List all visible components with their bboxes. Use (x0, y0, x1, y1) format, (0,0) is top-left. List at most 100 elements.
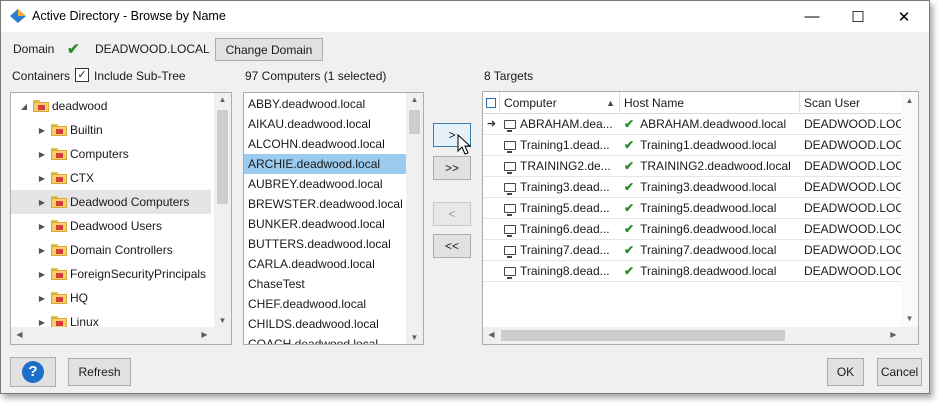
column-label-host-name: Host Name (624, 95, 685, 110)
computer-list-item[interactable]: ChaseTest (244, 274, 406, 294)
scroll-down-icon[interactable]: ▼ (406, 333, 423, 342)
targets-grid: Computer ▲ Host Name Scan User ➜ ABRAHAM.… (482, 91, 919, 345)
tree-item[interactable]: ▶ Linux (11, 310, 211, 327)
computers-header: 97 Computers (1 selected) (245, 69, 387, 83)
tree-scroll-thumb[interactable] (217, 110, 228, 204)
computer-list-item[interactable]: ARCHIE.deadwood.local (244, 154, 406, 174)
computer-list-item[interactable]: CHEF.deadwood.local (244, 294, 406, 314)
tree-item[interactable]: ▶ Computers (11, 142, 211, 166)
folder-icon (51, 316, 67, 327)
add-all-button[interactable]: >> (433, 156, 471, 180)
target-host-name: TRAINING2.deadwood.local (640, 159, 791, 173)
target-row[interactable]: Training3.dead... ✔ Training3.deadwood.loc… (483, 177, 903, 198)
tree-item-label: HQ (70, 291, 88, 305)
target-scan-user: DEADWOOD.LOCA (804, 180, 903, 194)
scroll-down-icon[interactable]: ▼ (901, 314, 918, 323)
target-computer: ABRAHAM.dea... (520, 117, 613, 131)
ok-button[interactable]: OK (827, 358, 864, 386)
computer-list-item[interactable]: AUBREY.deadwood.local (244, 174, 406, 194)
remove-all-button[interactable]: << (433, 234, 471, 258)
targets-horizontal-scrollbar[interactable]: ◀ ▶ (483, 327, 918, 344)
target-row[interactable]: Training6.dead... ✔ Training6.deadwood.loc… (483, 219, 903, 240)
expand-arrow-icon[interactable]: ▶ (37, 246, 47, 255)
expand-arrow-icon[interactable]: ▶ (37, 126, 47, 135)
tree-item[interactable]: ▶ Deadwood Computers (11, 190, 211, 214)
scroll-up-icon[interactable]: ▲ (214, 95, 231, 104)
computer-list-item[interactable]: CARLA.deadwood.local (244, 254, 406, 274)
row-selector[interactable] (483, 156, 500, 176)
column-header-computer[interactable]: Computer ▲ (500, 92, 620, 114)
tree-item[interactable]: ▶ HQ (11, 286, 211, 310)
expand-arrow-icon[interactable]: ▶ (37, 150, 47, 159)
row-selector[interactable] (483, 261, 500, 281)
expand-arrow-icon[interactable]: ▶ (37, 222, 47, 231)
computer-list-item[interactable]: BREWSTER.deadwood.local (244, 194, 406, 214)
scroll-up-icon[interactable]: ▲ (406, 95, 423, 104)
refresh-button[interactable]: Refresh (68, 358, 131, 386)
folder-icon (51, 196, 67, 208)
column-header-host-name[interactable]: Host Name (620, 92, 800, 114)
target-row[interactable]: TRAINING2.de... ✔ TRAINING2.deadwood.local… (483, 156, 903, 177)
target-row[interactable]: Training5.dead... ✔ Training5.deadwood.loc… (483, 198, 903, 219)
row-selector[interactable] (483, 135, 500, 155)
computer-list-item[interactable]: ABBY.deadwood.local (244, 94, 406, 114)
folder-icon (51, 268, 67, 280)
scroll-left-icon[interactable]: ◀ (483, 330, 500, 339)
computers-scroll-thumb[interactable] (409, 110, 420, 134)
minimize-button[interactable]: — (789, 1, 835, 32)
row-selector[interactable] (483, 219, 500, 239)
remove-selected-button[interactable]: < (433, 202, 471, 226)
expand-arrow-icon[interactable]: ▶ (37, 318, 47, 327)
targets-header: 8 Targets (484, 69, 534, 83)
check-icon: ✔ (624, 222, 635, 236)
current-row-arrow-icon[interactable]: ➜ (483, 114, 500, 134)
tree-horizontal-scrollbar[interactable]: ◀ ▶ (11, 327, 231, 344)
computer-list-item[interactable]: CHILDS.deadwood.local (244, 314, 406, 334)
help-button[interactable]: ? (10, 357, 56, 387)
target-row[interactable]: Training1.dead... ✔ Training1.deadwood.loc… (483, 135, 903, 156)
tree-item[interactable]: ▶ CTX (11, 166, 211, 190)
row-selector[interactable] (483, 198, 500, 218)
expanded-arrow-icon[interactable]: ◢ (19, 102, 29, 111)
computer-list-item[interactable]: AIKAU.deadwood.local (244, 114, 406, 134)
target-computer: Training6.dead... (520, 222, 610, 236)
tree-item-label: Computers (70, 147, 129, 161)
computer-list-item[interactable]: COACH.deadwood.local (244, 334, 406, 344)
row-selector[interactable] (483, 177, 500, 197)
computer-list-item[interactable]: BUNKER.deadwood.local (244, 214, 406, 234)
expand-arrow-icon[interactable]: ▶ (37, 198, 47, 207)
targets-vertical-scrollbar[interactable]: ▲ ▼ (901, 92, 918, 327)
tree-item[interactable]: ▶ Domain Controllers (11, 238, 211, 262)
target-row[interactable]: ➜ ABRAHAM.dea... ✔ ABRAHAM.deadwood.local DE… (483, 114, 903, 135)
scroll-right-icon[interactable]: ▶ (885, 330, 902, 339)
tree-vertical-scrollbar[interactable]: ▲ ▼ (214, 93, 231, 327)
row-selector[interactable] (483, 240, 500, 260)
computer-icon (504, 183, 516, 195)
target-host-name: ABRAHAM.deadwood.local (640, 117, 787, 131)
tree-item[interactable]: ▶ Deadwood Users (11, 214, 211, 238)
computer-list-item[interactable]: ALCOHN.deadwood.local (244, 134, 406, 154)
column-header-scan-user[interactable]: Scan User (800, 92, 903, 114)
expand-arrow-icon[interactable]: ▶ (37, 174, 47, 183)
tree-item[interactable]: ◢ deadwood (11, 94, 211, 118)
scroll-left-icon[interactable]: ◀ (11, 330, 28, 339)
select-all-header[interactable] (483, 92, 500, 114)
expand-arrow-icon[interactable]: ▶ (37, 270, 47, 279)
expand-arrow-icon[interactable]: ▶ (37, 294, 47, 303)
tree-item[interactable]: ▶ ForeignSecurityPrincipals (11, 262, 211, 286)
scroll-down-icon[interactable]: ▼ (214, 316, 231, 325)
scroll-up-icon[interactable]: ▲ (901, 96, 918, 105)
target-row[interactable]: Training7.dead... ✔ Training7.deadwood.loc… (483, 240, 903, 261)
include-subtree-checkbox[interactable]: ✓ (75, 68, 89, 82)
targets-scroll-thumb[interactable] (501, 330, 785, 341)
computers-scrollbar[interactable]: ▲ ▼ (406, 93, 423, 344)
cancel-button[interactable]: Cancel (877, 358, 922, 386)
maximize-button[interactable]: ☐ (835, 1, 881, 32)
computer-list-item[interactable]: BUTTERS.deadwood.local (244, 234, 406, 254)
scroll-right-icon[interactable]: ▶ (196, 330, 213, 339)
target-row[interactable]: Training8.dead... ✔ Training8.deadwood.loc… (483, 261, 903, 282)
change-domain-button[interactable]: Change Domain (215, 38, 323, 61)
close-button[interactable]: ✕ (881, 1, 927, 32)
tree-item[interactable]: ▶ Builtin (11, 118, 211, 142)
target-computer: Training5.dead... (520, 201, 610, 215)
